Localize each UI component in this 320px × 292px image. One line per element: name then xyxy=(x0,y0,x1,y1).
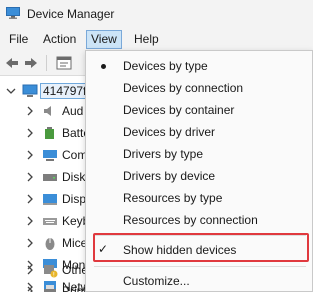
keyboard-icon xyxy=(43,218,57,225)
tree-item-label: Aud xyxy=(62,104,84,118)
menu-item-label: Drivers by type xyxy=(123,147,204,161)
chevron-right-icon[interactable] xyxy=(25,172,35,182)
menu-item-label: Devices by connection xyxy=(123,81,244,95)
menu-item-label: Devices by container xyxy=(123,103,235,117)
printer-icon xyxy=(44,285,56,292)
menu-separator xyxy=(94,266,306,267)
chevron-right-icon[interactable] xyxy=(25,194,35,204)
menu-item-devices-by-driver[interactable]: Devices by driver xyxy=(86,121,312,143)
menu-item-label: Resources by type xyxy=(123,191,223,205)
window-title: Device Manager xyxy=(27,7,115,21)
chevron-right-icon[interactable] xyxy=(25,150,35,160)
device-manager-window: Device Manager File Action View Help 414… xyxy=(0,0,313,292)
radio-bullet-icon xyxy=(101,64,106,69)
properties-icon[interactable] xyxy=(55,55,73,71)
menu-file[interactable]: File xyxy=(5,30,32,49)
battery-icon xyxy=(45,127,54,139)
mouse-icon xyxy=(45,238,55,250)
chevron-right-icon[interactable] xyxy=(25,238,35,248)
menu-action[interactable]: Action xyxy=(39,30,80,49)
back-arrow-icon[interactable] xyxy=(3,55,21,71)
forward-arrow-icon[interactable] xyxy=(22,55,40,71)
menu-item-drivers-by-device[interactable]: Drivers by device xyxy=(86,165,312,187)
chevron-right-icon[interactable] xyxy=(25,128,35,138)
device-manager-icon xyxy=(6,7,20,19)
display-adapter-icon xyxy=(43,194,57,205)
chevron-down-icon[interactable] xyxy=(6,86,16,96)
title-bar: Device Manager xyxy=(0,0,313,28)
audio-speaker-icon xyxy=(44,106,51,116)
disk-drive-icon xyxy=(43,174,57,181)
menu-item-label: Customize... xyxy=(123,274,190,288)
menu-view[interactable]: View xyxy=(86,30,122,49)
menu-item-customize[interactable]: Customize... xyxy=(86,270,312,292)
menu-item-devices-by-container[interactable]: Devices by container xyxy=(86,99,312,121)
menu-item-devices-by-type[interactable]: Devices by type xyxy=(86,55,312,77)
menu-item-resources-by-type[interactable]: Resources by type xyxy=(86,187,312,209)
menu-item-label: Devices by driver xyxy=(123,125,216,139)
chevron-right-icon[interactable] xyxy=(25,216,35,226)
menu-item-label: Drivers by device xyxy=(123,169,216,183)
toolbar-divider xyxy=(46,55,47,71)
svg-text:!: ! xyxy=(53,271,55,278)
menu-item-devices-by-connection[interactable]: Devices by connection xyxy=(86,77,312,99)
other-devices-icon: ! xyxy=(44,265,58,278)
tree-item-label: Disp xyxy=(62,192,87,206)
menu-help[interactable]: Help xyxy=(130,30,163,49)
tree-item-label: Mice xyxy=(62,236,88,250)
menu-bar: File Action View Help xyxy=(0,28,313,50)
menu-item-drivers-by-type[interactable]: Drivers by type xyxy=(86,143,312,165)
highlight-annotation xyxy=(93,233,309,262)
computer-monitor-icon xyxy=(43,150,57,161)
chevron-right-icon[interactable] xyxy=(25,106,35,116)
menu-item-label: Devices by type xyxy=(123,59,208,73)
tree-item-label: Print xyxy=(62,284,87,292)
computer-icon xyxy=(22,84,38,97)
tree-item-label: Disk xyxy=(62,170,86,184)
menu-item-resources-by-connection[interactable]: Resources by connection xyxy=(86,209,312,231)
menu-item-label: Resources by connection xyxy=(123,213,258,227)
chevron-right-icon[interactable] xyxy=(25,265,35,275)
chevron-right-icon[interactable] xyxy=(25,286,35,292)
computer-name[interactable]: 414797f xyxy=(40,83,90,99)
